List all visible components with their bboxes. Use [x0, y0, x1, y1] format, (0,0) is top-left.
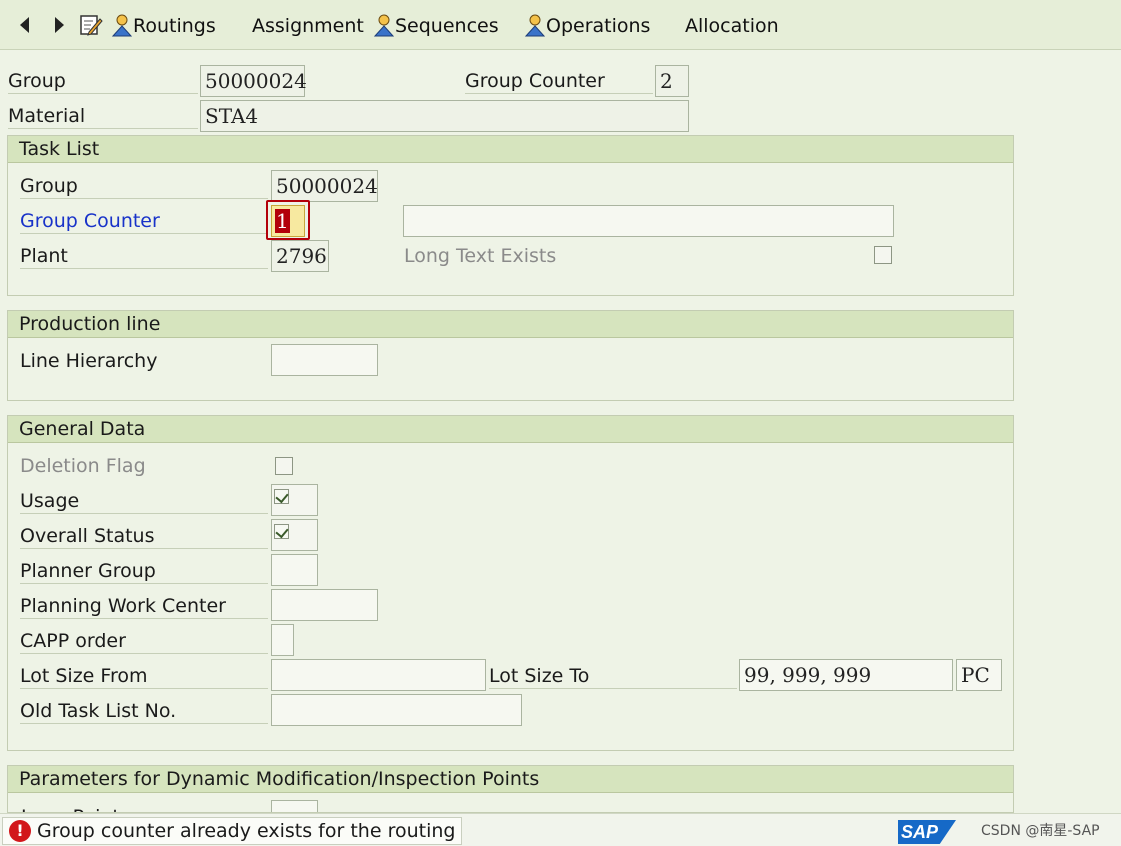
- old-task-list-field[interactable]: [271, 694, 522, 726]
- insp-points-label: Insp. Points: [21, 804, 130, 812]
- old-task-list-label: Old Task List No.: [20, 698, 268, 724]
- plant-field: 2796: [271, 240, 329, 272]
- previous-arrow-icon[interactable]: [20, 17, 29, 33]
- header-group-field: 50000024: [200, 65, 307, 97]
- planning-work-center-field[interactable]: [271, 589, 378, 621]
- allocation-label: Allocation: [685, 15, 779, 37]
- general-data-title: General Data: [8, 416, 1013, 443]
- production-line-title: Production line: [8, 311, 1013, 338]
- task-group-counter-value: 1: [275, 209, 290, 233]
- task-group-label: Group: [20, 173, 268, 199]
- overall-status-label: Overall Status: [20, 523, 268, 549]
- long-text-exists-checkbox: [874, 246, 892, 264]
- person-icon: [524, 14, 546, 38]
- watermark-text: CSDN @南星-SAP: [981, 823, 1100, 839]
- routings-button[interactable]: Routings: [111, 13, 216, 39]
- material-label: Material: [8, 103, 198, 129]
- plant-label: Plant: [20, 243, 268, 269]
- sap-logo: SAP: [898, 820, 956, 844]
- allocation-button[interactable]: Allocation: [685, 13, 779, 39]
- production-line-section: Production line: [7, 310, 1014, 401]
- assignment-label: Assignment: [252, 15, 364, 37]
- task-list-title: Task List: [8, 136, 1013, 163]
- usage-label: Usage: [20, 488, 268, 514]
- insp-points-field[interactable]: [271, 800, 318, 812]
- operations-label: Operations: [546, 15, 651, 37]
- planner-group-field[interactable]: [271, 554, 318, 586]
- header-group-label: Group: [8, 68, 198, 94]
- planning-work-center-label: Planning Work Center: [20, 593, 268, 619]
- status-message[interactable]: ! Group counter already exists for the r…: [2, 817, 463, 845]
- sequences-button[interactable]: Sequences: [373, 13, 499, 39]
- next-arrow-icon[interactable]: [55, 17, 64, 33]
- material-field: STA4: [200, 100, 689, 132]
- deletion-flag-checkbox: [275, 457, 293, 475]
- task-list-description-field[interactable]: [403, 205, 894, 237]
- person-icon: [111, 14, 133, 38]
- assignment-button[interactable]: Assignment: [252, 13, 364, 39]
- operations-button[interactable]: Operations: [524, 13, 650, 39]
- capp-order-label: CAPP order: [20, 628, 268, 654]
- task-group-field: 50000024: [271, 170, 378, 202]
- task-group-counter-label[interactable]: Group Counter: [20, 208, 268, 234]
- planner-group-label: Planner Group: [20, 558, 268, 584]
- usage-field[interactable]: [271, 484, 318, 516]
- overall-status-field[interactable]: [271, 519, 318, 551]
- line-hierarchy-field[interactable]: [271, 344, 378, 376]
- checkmark-icon: [274, 524, 289, 539]
- lot-size-to-label: Lot Size To: [489, 663, 737, 689]
- lot-size-to-field[interactable]: 99, 999, 999: [739, 659, 953, 691]
- lot-size-unit-field[interactable]: PC: [956, 659, 1002, 691]
- deletion-flag-label: Deletion Flag: [20, 455, 146, 477]
- dynamic-modification-section: Parameters for Dynamic Modification/Insp…: [7, 765, 1014, 813]
- status-bar: ! Group counter already exists for the r…: [0, 813, 1121, 846]
- line-hierarchy-label: Line Hierarchy: [20, 350, 158, 372]
- capp-order-field[interactable]: [271, 624, 294, 656]
- status-message-text: Group counter already exists for the rou…: [37, 820, 456, 842]
- edit-icon[interactable]: [79, 13, 103, 39]
- person-icon: [373, 14, 395, 38]
- error-icon: !: [9, 820, 31, 842]
- lot-size-from-field[interactable]: [271, 659, 486, 691]
- sequences-label: Sequences: [395, 15, 499, 37]
- lot-size-from-label: Lot Size From: [20, 663, 268, 689]
- header-group-counter-field: 2: [655, 65, 689, 97]
- header-group-counter-label: Group Counter: [465, 68, 653, 94]
- checkmark-icon: [274, 489, 289, 504]
- application-toolbar: Routings Assignment Sequences Operations…: [0, 0, 1121, 50]
- dynamic-modification-title: Parameters for Dynamic Modification/Insp…: [8, 766, 1013, 793]
- task-group-counter-field[interactable]: 1: [271, 205, 305, 237]
- routings-label: Routings: [133, 15, 216, 37]
- long-text-exists-label: Long Text Exists: [404, 245, 557, 267]
